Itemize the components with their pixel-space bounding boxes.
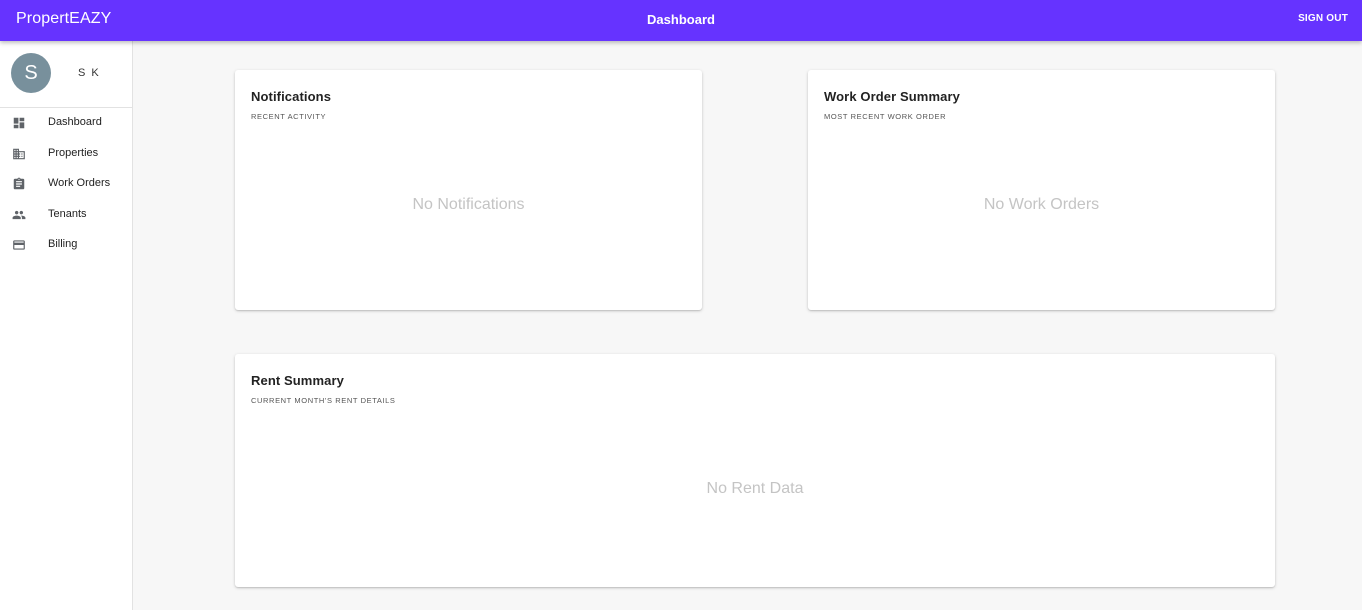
- app-bar: PropertEAZY Dashboard SIGN OUT: [0, 0, 1362, 41]
- sidebar-item-label: Work Orders: [48, 177, 111, 189]
- sidebar-item-work-orders[interactable]: Work Orders: [0, 169, 132, 200]
- empty-state-text: No Work Orders: [983, 196, 1100, 213]
- sidebar-item-label: Dashboard: [48, 116, 102, 128]
- clipboard-icon: [12, 177, 26, 191]
- people-icon: [12, 208, 26, 222]
- dashboard-icon: [12, 116, 26, 130]
- sidebar-item-label: Tenants: [48, 207, 87, 220]
- empty-state-text: No Notifications: [412, 196, 525, 213]
- work-order-summary-card: Work Order Summary MOST RECENT WORK ORDE…: [808, 70, 1275, 310]
- sidebar-item-label: Properties: [48, 146, 99, 159]
- page-title: Dashboard: [647, 12, 715, 27]
- card-subtitle: RECENT ACTIVITY: [251, 112, 327, 121]
- sign-out-button[interactable]: SIGN OUT: [1298, 13, 1348, 24]
- user-name: S K: [78, 67, 101, 79]
- card-title: Rent Summary: [251, 373, 344, 388]
- sidebar-item-tenants[interactable]: Tenants: [0, 200, 132, 231]
- card-subtitle: MOST RECENT WORK ORDER: [824, 112, 947, 121]
- rent-summary-card: Rent Summary CURRENT MONTH'S RENT DETAIL…: [235, 354, 1275, 587]
- building-icon: [12, 147, 26, 161]
- credit-card-icon: [12, 238, 26, 252]
- sidebar-nav: Dashboard Properties Work Orders Tenants…: [0, 108, 132, 261]
- card-title: Work Order Summary: [824, 89, 960, 104]
- user-profile: S S K: [0, 41, 132, 108]
- brand-logo[interactable]: PropertEAZY: [16, 10, 111, 28]
- sidebar-item-dashboard[interactable]: Dashboard: [0, 108, 132, 139]
- card-title: Notifications: [251, 89, 332, 104]
- sidebar-item-billing[interactable]: Billing: [0, 230, 132, 261]
- card-subtitle: CURRENT MONTH'S RENT DETAILS: [251, 396, 396, 405]
- empty-state-text: No Rent Data: [706, 480, 804, 497]
- sidebar: S S K Dashboard Properties Work Orders T…: [0, 41, 133, 610]
- avatar[interactable]: S: [11, 53, 51, 93]
- sidebar-item-properties[interactable]: Properties: [0, 139, 132, 170]
- notifications-card: Notifications RECENT ACTIVITY No Notific…: [235, 70, 702, 310]
- sidebar-item-label: Billing: [48, 238, 78, 250]
